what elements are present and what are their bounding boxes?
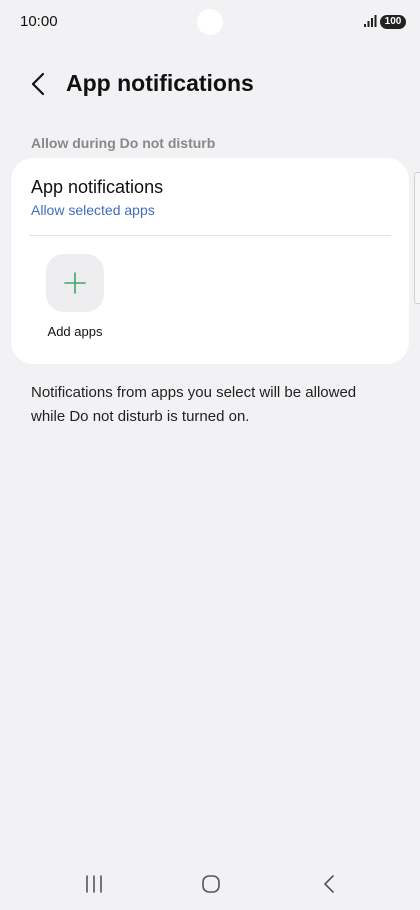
page-title: App notifications (66, 70, 254, 96)
chevron-left-icon (31, 72, 45, 96)
add-apps-button[interactable]: Add apps (41, 254, 109, 348)
add-apps-tile (46, 254, 104, 312)
navigation-bar (0, 860, 420, 910)
header: App notifications (0, 60, 420, 108)
setting-title: App notifications (31, 177, 164, 197)
status-time: 10:00 (20, 13, 58, 30)
add-apps-label: Add apps (47, 324, 103, 339)
settings-card: App notifications Allow selected apps Ad… (11, 158, 409, 364)
signal-icon (364, 15, 377, 27)
setting-value: Allow selected apps (31, 202, 155, 218)
home-icon[interactable] (200, 873, 222, 895)
battery-indicator: 100 (380, 15, 406, 29)
recent-apps-icon[interactable] (83, 873, 105, 895)
scrollbar[interactable] (414, 172, 420, 304)
description-text: Notifications from apps you select will … (31, 384, 357, 425)
plus-icon (64, 272, 86, 294)
divider (29, 235, 391, 236)
section-label: Allow during Do not disturb (31, 135, 216, 151)
status-bar: 10:00 100 (0, 0, 420, 44)
app-notifications-setting[interactable]: App notifications Allow selected apps (11, 158, 409, 234)
camera-cutout (197, 9, 223, 35)
back-icon[interactable] (318, 873, 340, 895)
back-button[interactable] (24, 68, 56, 100)
